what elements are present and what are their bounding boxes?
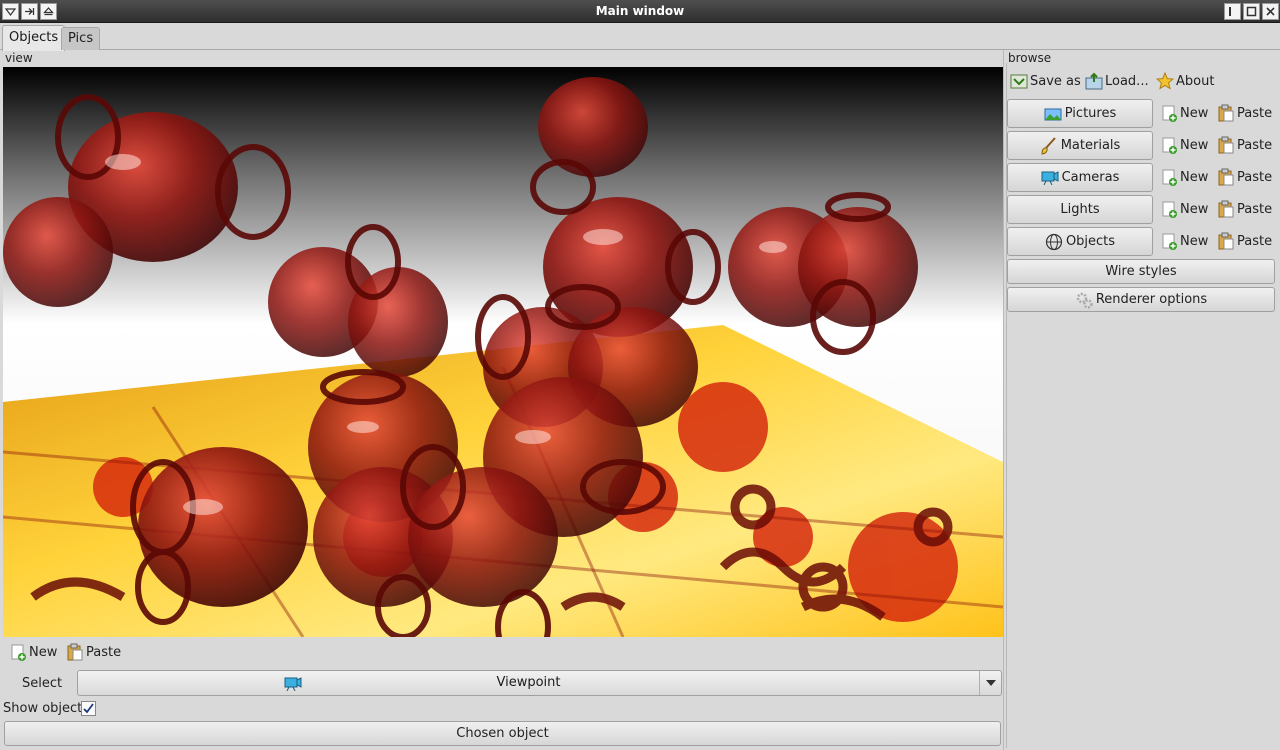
save-as-button[interactable]: Save as	[1010, 72, 1081, 90]
materials-new-label: New	[1180, 137, 1209, 153]
materials-new-button[interactable]: New	[1160, 136, 1208, 154]
tab-objects[interactable]: Objects	[2, 25, 66, 51]
bottom-new-label: New	[29, 644, 58, 660]
cameras-label: Cameras	[1061, 170, 1120, 185]
view-group-label: view	[5, 51, 33, 65]
show-object-label: Show object	[3, 701, 83, 716]
objects-new-button[interactable]: New	[1160, 232, 1208, 250]
bottom-paste-label: Paste	[86, 644, 122, 660]
checkmark-icon	[83, 703, 94, 714]
save-icon	[1010, 72, 1028, 90]
window-title: Main window	[595, 4, 685, 18]
pictures-paste-button[interactable]: Paste	[1217, 104, 1272, 122]
about-label: About	[1176, 73, 1215, 89]
lights-new-label: New	[1180, 201, 1209, 217]
objects-new-label: New	[1180, 233, 1209, 249]
panel-divider	[1003, 50, 1004, 750]
bottom-new-button[interactable]: New	[9, 643, 57, 661]
cameras-new-button[interactable]: New	[1160, 168, 1208, 186]
paste-icon	[1217, 200, 1235, 218]
brush-icon	[1040, 136, 1058, 155]
close-icon	[1266, 7, 1275, 16]
lights-paste-label: Paste	[1237, 201, 1273, 217]
objects-button[interactable]: Objects	[1007, 227, 1153, 256]
render-view[interactable]	[3, 67, 1003, 637]
minimize-button[interactable]	[1224, 3, 1241, 20]
materials-paste-label: Paste	[1237, 137, 1273, 153]
lights-button[interactable]: Lights	[1007, 195, 1153, 224]
cameras-paste-button[interactable]: Paste	[1217, 168, 1272, 186]
pictures-label: Pictures	[1064, 106, 1117, 121]
globe-icon	[1045, 233, 1063, 251]
maximize-button[interactable]	[1243, 3, 1260, 20]
paste-icon	[1217, 136, 1235, 154]
browse-group-label: browse	[1008, 51, 1052, 65]
star-icon	[1156, 72, 1174, 90]
new-document-icon	[9, 643, 27, 661]
paste-icon	[1217, 168, 1235, 186]
minimize-icon	[1229, 7, 1231, 16]
select-value: Viewpoint	[496, 675, 561, 690]
select-label: Select	[22, 676, 63, 691]
about-button[interactable]: About	[1156, 72, 1214, 90]
wire-styles-label: Wire styles	[1105, 264, 1177, 279]
new-document-icon	[1160, 200, 1178, 218]
cameras-new-label: New	[1180, 169, 1209, 185]
lights-new-button[interactable]: New	[1160, 200, 1208, 218]
pictures-button[interactable]: Pictures	[1007, 99, 1153, 128]
materials-paste-button[interactable]: Paste	[1217, 136, 1272, 154]
pictures-new-label: New	[1180, 105, 1209, 121]
chevron-down-icon[interactable]	[979, 671, 1001, 695]
load-button[interactable]: Load...	[1085, 72, 1149, 90]
load-label: Load...	[1105, 73, 1149, 89]
picture-icon	[1044, 105, 1062, 123]
pictures-new-button[interactable]: New	[1160, 104, 1208, 122]
cameras-button[interactable]: Cameras	[1007, 163, 1153, 192]
lights-paste-button[interactable]: Paste	[1217, 200, 1272, 218]
tab-bar: Objects Pics	[0, 24, 1280, 51]
lights-label: Lights	[1060, 202, 1100, 217]
tab-pics[interactable]: Pics	[61, 27, 101, 50]
objects-paste-button[interactable]: Paste	[1217, 232, 1272, 250]
materials-button[interactable]: Materials	[1007, 131, 1153, 160]
new-document-icon	[1160, 232, 1178, 250]
save-as-label: Save as	[1030, 73, 1081, 89]
new-document-icon	[1160, 136, 1178, 154]
renderer-options-button[interactable]: Renderer options	[1007, 287, 1275, 312]
new-document-icon	[1160, 104, 1178, 122]
paste-icon	[1217, 104, 1235, 122]
materials-label: Materials	[1060, 138, 1121, 153]
objects-paste-label: Paste	[1237, 233, 1273, 249]
cameras-paste-label: Paste	[1237, 169, 1273, 185]
paste-icon	[66, 643, 84, 661]
objects-label: Objects	[1065, 234, 1116, 249]
paste-icon	[1217, 232, 1235, 250]
chosen-object-label: Chosen object	[456, 726, 549, 741]
renderer-options-label: Renderer options	[1095, 292, 1208, 307]
load-icon	[1085, 72, 1103, 90]
wire-styles-button[interactable]: Wire styles	[1007, 259, 1275, 284]
chosen-object-button[interactable]: Chosen object	[4, 721, 1001, 746]
new-document-icon	[1160, 168, 1178, 186]
maximize-icon	[1246, 6, 1257, 17]
show-object-checkbox[interactable]	[81, 701, 96, 716]
gears-icon	[1075, 291, 1093, 309]
select-dropdown[interactable]: Viewpoint	[77, 670, 1002, 696]
pictures-paste-label: Paste	[1237, 105, 1273, 121]
rendered-scene-image	[3, 67, 1003, 637]
close-button[interactable]	[1262, 3, 1279, 20]
title-bar: Main window	[0, 0, 1280, 23]
bottom-paste-button[interactable]: Paste	[66, 643, 121, 661]
camera-icon	[1041, 169, 1059, 187]
